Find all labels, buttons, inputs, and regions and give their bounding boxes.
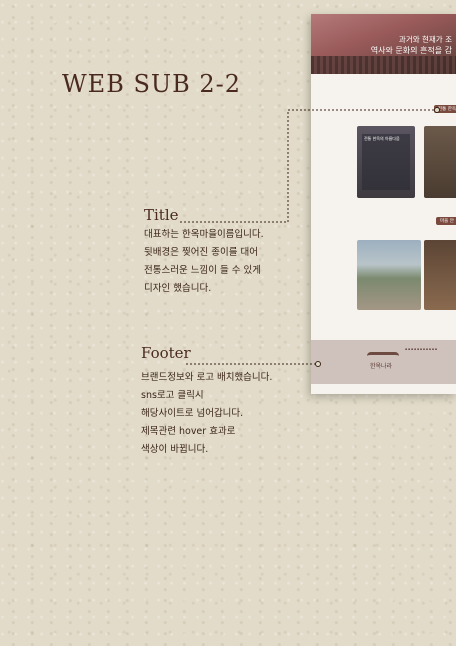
footer-connector-dot: [315, 361, 321, 367]
title-desc-line: 대표하는 한옥마을이름입니다.: [144, 229, 264, 240]
footer-desc-line: 브랜드정보와 로고 배치했습니다.: [141, 372, 273, 383]
title-desc-line: 뒷배경은 찢어진 종이를 대어: [144, 247, 258, 258]
title-label: Title: [144, 206, 179, 224]
title-desc-line: 디자인 했습니다.: [144, 283, 212, 294]
title-connector-dot: [434, 107, 440, 113]
footer-description: 브랜드정보와 로고 배치했습니다. sns로고 클릭시 해당사이트로 넘어갑니다…: [141, 369, 272, 459]
footer-desc-line: 색상이 바뀝니다.: [141, 444, 209, 455]
title-connector-line: [180, 109, 436, 223]
title-desc-line: 전통스러운 느낌이 들 수 있게: [144, 265, 261, 276]
footer-label: Footer: [141, 344, 191, 362]
title-description: 대표하는 한옥마을이름입니다. 뒷배경은 찢어진 종이를 대어 전통스러운 느낌…: [144, 226, 264, 298]
footer-desc-line: sns로고 클릭시: [141, 390, 204, 401]
footer-desc-line: 제목관련 hover 효과로: [141, 426, 236, 437]
footer-desc-line: 해당사이트로 넘어갑니다.: [141, 408, 244, 419]
annotation-connectors: [180, 107, 440, 367]
